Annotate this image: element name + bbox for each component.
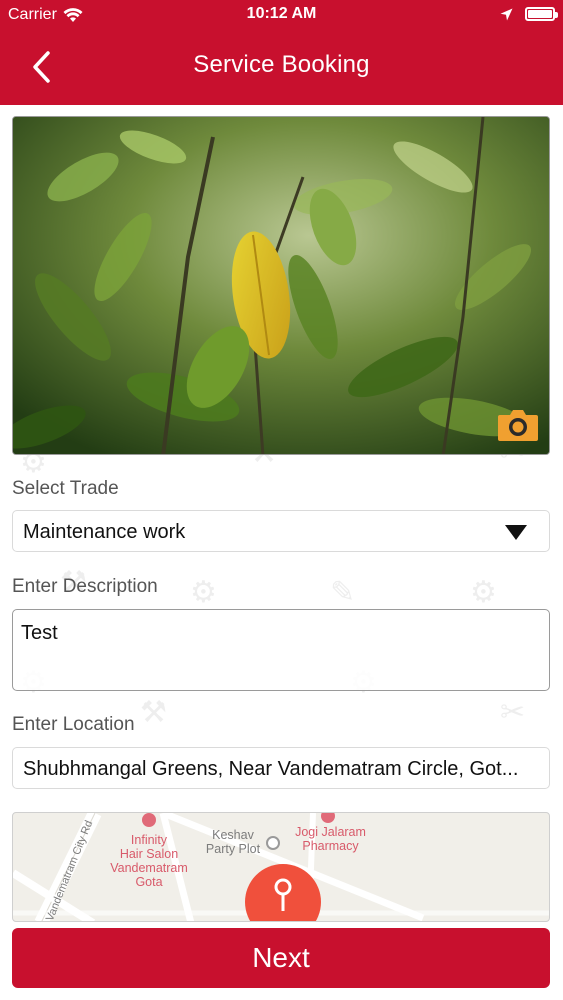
camera-button[interactable]: [497, 407, 539, 443]
map-place-pharmacy: Jogi Jalaram Pharmacy: [283, 825, 378, 853]
pharmacy-line-1: Jogi Jalaram: [295, 825, 366, 839]
location-value: Shubhmangal Greens, Near Vandematram Cir…: [23, 758, 519, 780]
status-bar: Carrier 10:12 AM: [0, 0, 563, 30]
salon-line-4: Gota: [135, 875, 163, 889]
party-plot-marker-icon: [266, 836, 280, 850]
location-map[interactable]: Vandematram City Rd Infinity Hair Salon …: [12, 812, 550, 922]
salon-line-2: Hair Salon: [119, 847, 179, 861]
plant-leaves-image: [13, 117, 549, 454]
status-time: 10:12 AM: [246, 5, 317, 22]
salon-line-1: Infinity: [130, 833, 168, 847]
page-title: Service Booking: [193, 51, 370, 78]
next-button[interactable]: Next: [12, 928, 550, 988]
dropdown-arrow-icon: [505, 525, 527, 540]
trade-select[interactable]: Maintenance work: [12, 510, 550, 552]
service-photo: [12, 116, 550, 455]
camera-icon: [498, 410, 538, 441]
salon-line-3: Vandematram: [110, 861, 188, 875]
battery-icon: [525, 7, 558, 21]
pharmacy-line-2: Pharmacy: [302, 839, 359, 853]
map-place-party-plot: Keshav Party Plot: [193, 828, 273, 856]
description-label: Enter Description: [12, 576, 158, 597]
party-plot-line-2: Party Plot: [205, 842, 261, 856]
salon-marker-icon: [142, 813, 156, 827]
select-trade-label: Select Trade: [12, 478, 119, 499]
location-field[interactable]: Shubhmangal Greens, Near Vandematram Cir…: [12, 747, 550, 789]
map-pin-icon: [245, 864, 321, 921]
status-right: [500, 7, 558, 21]
party-plot-line-1: Keshav: [212, 828, 254, 842]
description-field[interactable]: Test: [12, 609, 550, 691]
trade-select-value: Maintenance work: [23, 521, 186, 543]
location-arrow-icon: [500, 8, 513, 20]
location-label: Enter Location: [12, 714, 135, 735]
app-header: Carrier 10:12 AM Service Booking: [0, 0, 563, 105]
map-place-salon: Infinity Hair Salon Vandematram Gota: [99, 833, 199, 889]
description-value: Test: [21, 622, 58, 644]
